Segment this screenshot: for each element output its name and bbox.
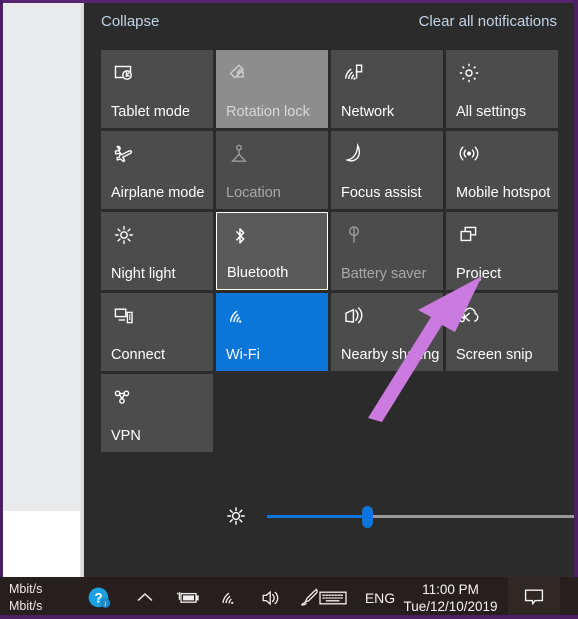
quick-action-label: Screen snip	[456, 347, 533, 363]
vpn-icon	[112, 385, 138, 411]
quick-actions-row: Airplane mode Location Focus assist Mobi…	[101, 131, 559, 209]
brightness-slider-thumb[interactable]	[362, 506, 373, 528]
clock[interactable]: 11:00 PM Tue/12/10/2019	[403, 577, 498, 619]
network-speed-down: Mbit/s	[9, 599, 43, 613]
quick-action-connect[interactable]: Connect	[101, 293, 213, 371]
grid-spacer	[331, 374, 443, 452]
grid-spacer	[446, 374, 558, 452]
rotation-lock-icon	[227, 61, 253, 87]
nearby-sharing-icon	[342, 304, 368, 330]
action-center-panel: Collapse Clear all notifications Tablet …	[84, 3, 578, 577]
brightness-icon	[224, 504, 250, 530]
quick-action-all-settings[interactable]: All settings	[446, 50, 558, 128]
quick-action-label: Battery saver	[341, 266, 427, 282]
brightness-control	[101, 495, 578, 539]
quick-action-focus-assist[interactable]: Focus assist	[331, 131, 443, 209]
quick-action-label: Bluetooth	[227, 265, 289, 281]
quick-actions-row: Night light Bluetooth Battery saver Proj…	[101, 212, 559, 290]
quick-action-battery-saver[interactable]: Battery saver	[331, 212, 443, 290]
speaker-icon[interactable]	[252, 577, 292, 619]
window-border-right	[574, 0, 578, 577]
quick-action-nearby-sharing[interactable]: Nearby sharing	[331, 293, 443, 371]
quick-action-label: Network	[341, 104, 395, 120]
quick-action-label: Focus assist	[341, 185, 422, 201]
project-icon	[457, 223, 483, 249]
network-speed-up: Mbit/s	[9, 582, 43, 596]
desktop-background-lower	[0, 511, 84, 577]
quick-action-rotation-lock[interactable]: Rotation lock	[216, 50, 328, 128]
quick-action-label: Location	[226, 185, 281, 201]
quick-action-network[interactable]: Network	[331, 50, 443, 128]
action-center-icon	[524, 589, 544, 606]
chevron-up-icon[interactable]	[126, 577, 164, 619]
brightness-slider-fill	[267, 515, 368, 518]
quick-actions-row: VPN	[101, 374, 559, 452]
quick-action-wifi[interactable]: Wi-Fi	[216, 293, 328, 371]
quick-action-label: Connect	[111, 347, 166, 363]
window-border-top	[0, 0, 578, 3]
wifi-icon	[227, 304, 253, 330]
battery-charging-icon[interactable]	[168, 577, 208, 619]
desktop-background	[0, 0, 84, 577]
quick-action-airplane-mode[interactable]: Airplane mode	[101, 131, 213, 209]
quick-actions-row: Tablet mode Rotation lock Network All se…	[101, 50, 559, 128]
quick-action-label: Tablet mode	[111, 104, 190, 120]
quick-action-project[interactable]: Project	[446, 212, 558, 290]
quick-action-location[interactable]: Location	[216, 131, 328, 209]
clear-all-notifications-link[interactable]: Clear all notifications	[419, 12, 557, 32]
svg-text:i: i	[104, 599, 106, 608]
quick-action-label: Wi-Fi	[226, 347, 260, 363]
action-center-button[interactable]	[508, 577, 560, 619]
snip-icon	[457, 304, 483, 330]
network-speed-indicator[interactable]: Mbit/s Mbit/s	[9, 581, 42, 615]
quick-action-screen-snip[interactable]: Screen snip	[446, 293, 558, 371]
connect-icon	[112, 304, 138, 330]
hotspot-icon	[457, 142, 483, 168]
location-icon	[227, 142, 253, 168]
battery-leaf-icon	[342, 223, 368, 249]
touch-keyboard-icon[interactable]	[310, 577, 356, 619]
airplane-icon	[112, 142, 138, 168]
tablet-mode-icon	[112, 61, 138, 87]
quick-action-mobile-hotspot[interactable]: Mobile hotspot	[446, 131, 558, 209]
quick-action-bluetooth[interactable]: Bluetooth	[216, 212, 328, 290]
quick-action-label: Airplane mode	[111, 185, 205, 201]
network-icon	[342, 61, 368, 87]
sun-icon	[112, 223, 138, 249]
quick-action-label: All settings	[456, 104, 527, 120]
quick-action-label: Mobile hotspot	[456, 185, 551, 201]
quick-action-label: Rotation lock	[226, 104, 310, 120]
window-border-bottom	[0, 615, 578, 619]
quick-actions-grid: Tablet mode Rotation lock Network All se…	[101, 50, 559, 455]
window-border-left	[0, 0, 3, 577]
screen: Collapse Clear all notifications Tablet …	[0, 0, 578, 619]
clock-date: Tue/12/10/2019	[403, 599, 498, 614]
help-question-icon[interactable]: ? i	[78, 577, 120, 619]
wifi-tray-icon[interactable]	[212, 577, 252, 619]
quick-action-label: VPN	[111, 428, 141, 444]
action-center-header: Collapse Clear all notifications	[84, 3, 574, 50]
quick-action-label: Project	[456, 266, 502, 282]
quick-action-label: Night light	[111, 266, 176, 282]
collapse-link[interactable]: Collapse	[101, 12, 159, 32]
bluetooth-icon	[228, 224, 254, 250]
quick-action-vpn[interactable]: VPN	[101, 374, 213, 452]
clock-time: 11:00 PM	[422, 582, 479, 597]
language-indicator[interactable]: ENG	[360, 577, 400, 619]
grid-spacer	[216, 374, 328, 452]
quick-action-tablet-mode[interactable]: Tablet mode	[101, 50, 213, 128]
quick-action-label: Nearby sharing	[341, 347, 440, 363]
gear-icon	[457, 61, 483, 87]
moon-icon	[342, 142, 368, 168]
quick-action-night-light[interactable]: Night light	[101, 212, 213, 290]
quick-actions-row: Connect Wi-Fi Nearby sharing Screen snip	[101, 293, 559, 371]
